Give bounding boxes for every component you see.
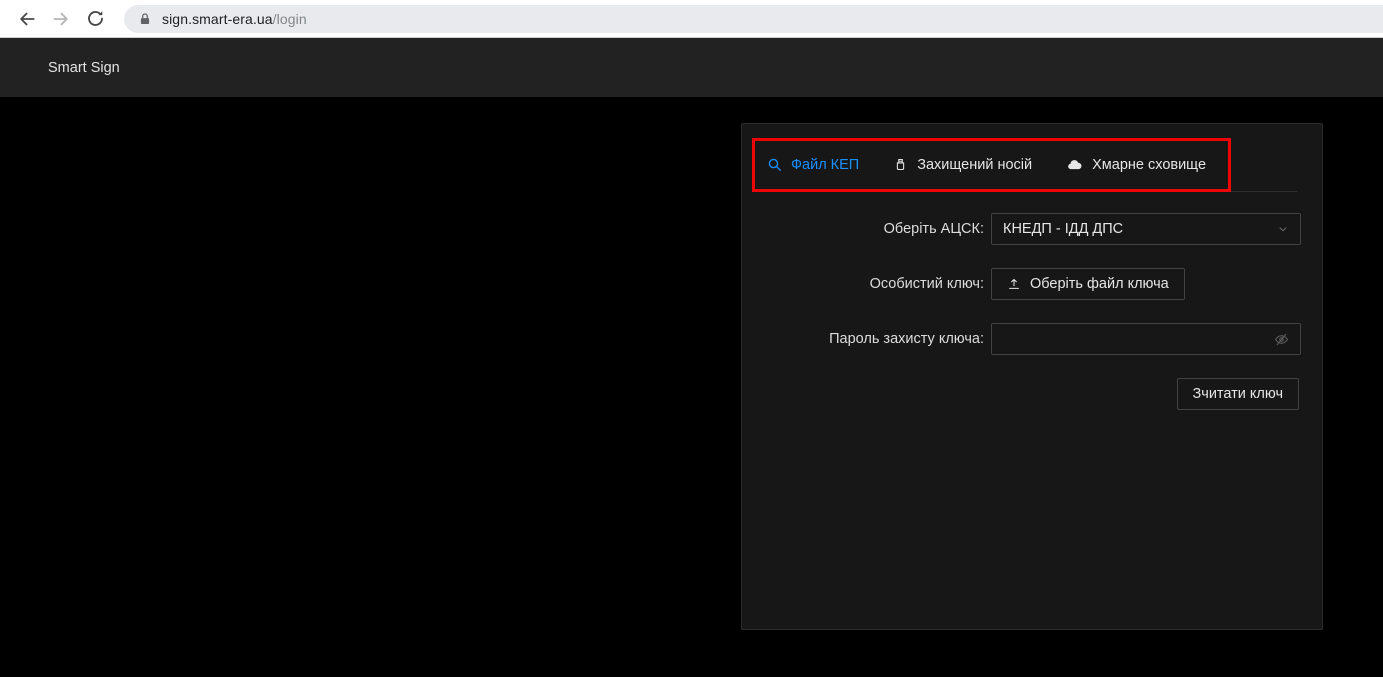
tab-file-kep[interactable]: Файл КЕП	[767, 138, 859, 191]
acsk-row: Оберіть АЦСК: КНЕДП - ІДД ДПС	[742, 213, 1322, 245]
password-input[interactable]	[1003, 331, 1274, 347]
tab-label: Файл КЕП	[791, 157, 859, 173]
back-icon[interactable]	[14, 6, 40, 32]
app-header: Smart Sign	[0, 38, 1383, 97]
page-body: Файл КЕП Захищений носій Хмарне сховище …	[0, 97, 1383, 676]
browser-toolbar: sign.smart-era.ua/login	[0, 0, 1383, 38]
key-file-label: Особистий ключ:	[742, 276, 984, 292]
read-key-button[interactable]: Зчитати ключ	[1177, 378, 1299, 410]
address-bar[interactable]: sign.smart-era.ua/login	[124, 5, 1383, 33]
tab-label: Захищений носій	[917, 157, 1032, 173]
url-path: /login	[273, 11, 307, 27]
cloud-icon	[1066, 156, 1083, 173]
tabs-bar: Файл КЕП Захищений носій Хмарне сховище	[767, 138, 1297, 191]
choose-key-file-label: Оберіть файл ключа	[1030, 276, 1169, 292]
refresh-icon[interactable]	[82, 6, 108, 32]
key-file-row: Особистий ключ: Оберіть файл ключа	[742, 268, 1322, 300]
forward-icon[interactable]	[48, 6, 74, 32]
tab-cloud-storage[interactable]: Хмарне сховище	[1066, 138, 1206, 191]
search-icon	[767, 157, 782, 172]
chevron-down-icon	[1277, 223, 1289, 235]
choose-key-file-button[interactable]: Оберіть файл ключа	[991, 268, 1185, 300]
tab-label: Хмарне сховище	[1092, 157, 1206, 173]
url-host: sign.smart-era.ua	[162, 11, 273, 27]
read-key-label: Зчитати ключ	[1193, 386, 1283, 402]
acsk-selected-value: КНЕДП - ІДД ДПС	[1003, 221, 1277, 237]
login-form: Оберіть АЦСК: КНЕДП - ІДД ДПС Особистий …	[742, 213, 1322, 410]
brand-title: Smart Sign	[48, 60, 120, 76]
eye-invisible-icon[interactable]	[1274, 332, 1289, 347]
password-row: Пароль захисту ключа:	[742, 323, 1322, 355]
password-field-wrap	[991, 323, 1301, 355]
usb-icon	[893, 157, 908, 172]
acsk-select[interactable]: КНЕДП - ІДД ДПС	[991, 213, 1301, 245]
acsk-label: Оберіть АЦСК:	[742, 221, 984, 237]
submit-row: Зчитати ключ	[742, 378, 1322, 410]
upload-icon	[1007, 277, 1021, 291]
login-panel: Файл КЕП Захищений носій Хмарне сховище …	[741, 123, 1323, 630]
tab-protected-media[interactable]: Захищений носій	[893, 138, 1032, 191]
url-text: sign.smart-era.ua/login	[162, 11, 307, 27]
tabs-divider	[767, 191, 1297, 192]
password-label: Пароль захисту ключа:	[742, 331, 984, 347]
lock-icon[interactable]	[138, 12, 152, 26]
